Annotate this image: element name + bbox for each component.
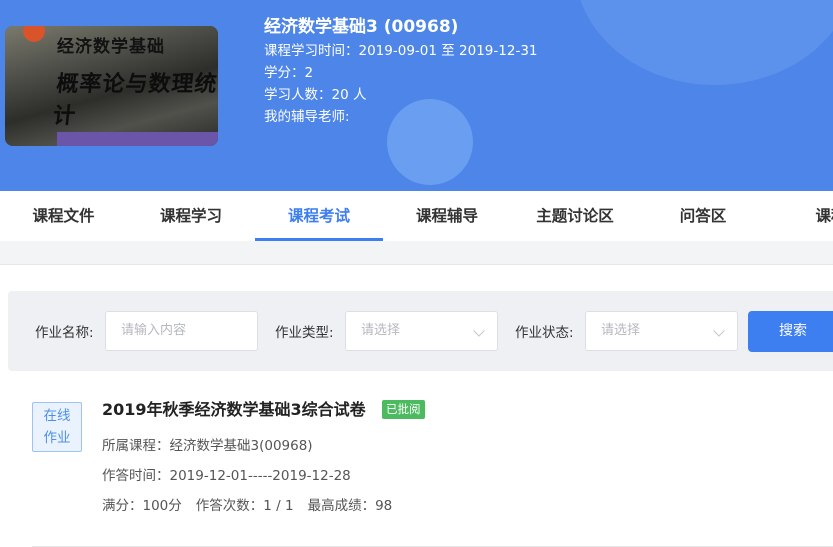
course-credits: 学分：2 xyxy=(264,65,314,81)
course-info: 经济数学基础3 (00968) 课程学习时间：2019-09-01 至 2019… xyxy=(264,14,538,128)
full-score: 满分：100分 xyxy=(102,498,182,514)
course-study-time: 课程学习时间：2019-09-01 至 2019-12-31 xyxy=(264,43,538,59)
course-tabs: 课程文件 课程学习 课程考试 课程辅导 主题讨论区 问答区 课程 xyxy=(0,191,833,241)
section-divider xyxy=(0,241,833,265)
tab-course-exam[interactable]: 课程考试 xyxy=(255,191,383,241)
chevron-down-icon xyxy=(713,325,725,337)
assignment-time: 作答时间：2019-12-01-----2019-12-28 xyxy=(102,468,351,484)
assignment-type-tag: 在线 作业 xyxy=(32,402,82,452)
chevron-down-icon xyxy=(473,325,485,337)
tab-course-tutoring[interactable]: 课程辅导 xyxy=(383,191,511,241)
course-tutor: 我的辅导老师: xyxy=(264,109,350,125)
assignment-title[interactable]: 2019年秋季经济数学基础3综合试卷 xyxy=(102,398,366,422)
course-cover-image: 经济数学基础 概率论与数理统计 xyxy=(5,26,218,146)
attempt-count: 作答次数：1 / 1 xyxy=(195,498,294,514)
tab-more[interactable]: 课程 xyxy=(767,191,833,241)
tab-course-study[interactable]: 课程学习 xyxy=(127,191,255,241)
type-tag-line2: 作业 xyxy=(43,430,71,446)
status-filter-label: 作业状态: xyxy=(515,325,574,341)
status-filter-placeholder: 请选择 xyxy=(601,323,641,338)
type-tag-line1: 在线 xyxy=(43,408,71,424)
cover-title-line1: 经济数学基础 xyxy=(57,37,165,57)
type-filter-select[interactable]: 请选择 xyxy=(345,311,498,351)
tab-discussion[interactable]: 主题讨论区 xyxy=(511,191,639,241)
best-score: 最高成绩：98 xyxy=(307,498,393,514)
name-filter-label: 作业名称: xyxy=(35,325,94,341)
search-button[interactable]: 搜索 xyxy=(748,311,833,352)
course-students: 学习人数：20 人 xyxy=(264,87,367,103)
assignment-stats: 满分：100分 作答次数：1 / 1 最高成绩：98 xyxy=(102,496,392,516)
type-filter-placeholder: 请选择 xyxy=(361,323,401,338)
tab-qa[interactable]: 问答区 xyxy=(639,191,767,241)
assignment-course: 所属课程：经济数学基础3(00968) xyxy=(102,438,313,454)
cover-title-line2: 概率论与数理统计 xyxy=(51,72,218,129)
type-filter-label: 作业类型: xyxy=(275,325,334,341)
name-filter-input[interactable]: 请输入内容 xyxy=(105,311,258,351)
decorative-circle xyxy=(575,0,833,85)
name-filter-placeholder: 请输入内容 xyxy=(121,323,187,338)
tab-course-files[interactable]: 课程文件 xyxy=(0,191,127,241)
course-title: 经济数学基础3 (00968) xyxy=(264,17,459,37)
course-header-banner: 经济数学基础 概率论与数理统计 经济数学基础3 (00968) 课程学习时间：2… xyxy=(0,0,833,191)
status-filter-select[interactable]: 请选择 xyxy=(585,311,738,351)
status-badge: 已批阅 xyxy=(382,400,425,419)
